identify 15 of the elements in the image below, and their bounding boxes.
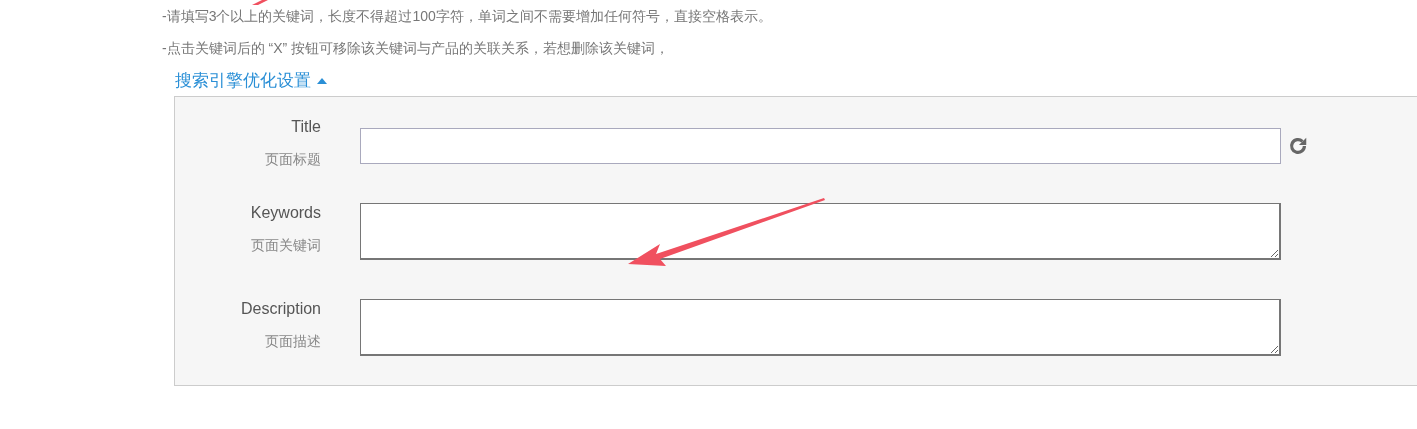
field-sublabel: 页面标题 (265, 150, 321, 169)
field-sublabel: 页面描述 (265, 332, 321, 351)
field-label: Keywords (250, 203, 321, 223)
caret-icon (317, 78, 327, 84)
field-label: Title (291, 117, 321, 137)
refresh-icon[interactable] (1287, 135, 1309, 157)
hint-text: -请填写3个以上的关键词，长度不得超过100字符，单词之间不需要增加任何符号，直接空格表示。 (162, 7, 772, 26)
text-area[interactable] (360, 203, 1281, 260)
field-sublabel: 页面关键词 (251, 236, 321, 255)
field-label: Description (240, 299, 321, 319)
text-field[interactable] (360, 128, 1281, 164)
text-area[interactable] (360, 299, 1281, 356)
hint-text: -点击关键词后的 “X” 按钮可移除该关键词与产品的关联关系，若想删除该关键词， (162, 39, 670, 58)
section-toggle[interactable]: 搜索引擎优化设置 (175, 70, 327, 92)
annotation-arrow (252, 0, 268, 5)
